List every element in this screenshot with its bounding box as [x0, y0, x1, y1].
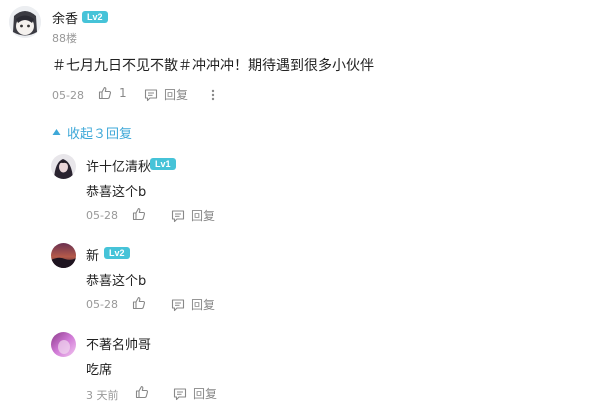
reply-date: 05-28	[86, 298, 118, 311]
avatar[interactable]	[51, 154, 76, 179]
username[interactable]: 余香	[52, 8, 78, 27]
reply-date: 3 天前	[86, 389, 119, 402]
reply-text: 恭喜这个b	[86, 274, 147, 289]
comment-icon	[171, 209, 185, 223]
like-button[interactable]	[135, 385, 149, 399]
more-vertical-icon[interactable]	[210, 87, 216, 101]
level-badge: Lv2	[82, 11, 108, 23]
triangle-up-icon	[52, 125, 61, 140]
avatar[interactable]	[9, 6, 41, 38]
like-button[interactable]	[132, 207, 146, 221]
reply-button[interactable]: 回复	[173, 385, 217, 402]
avatar[interactable]	[51, 332, 76, 357]
floor-number: 88楼	[52, 32, 77, 45]
like-button[interactable]: 1	[98, 86, 127, 100]
reply-button[interactable]: 回复	[171, 207, 215, 224]
reply-label: 回复	[193, 387, 218, 401]
like-button[interactable]	[132, 296, 146, 310]
reply-button[interactable]: 回复	[171, 296, 215, 313]
thumb-up-icon	[135, 385, 149, 399]
username[interactable]: 不著名帅哥	[86, 334, 151, 353]
thumb-up-icon	[98, 86, 112, 100]
reply-date: 05-28	[86, 209, 118, 222]
username[interactable]: 新	[86, 245, 99, 264]
comment-icon	[173, 387, 187, 401]
reply-label: 回复	[191, 209, 216, 223]
level-badge: Lv2	[104, 247, 130, 259]
comment-icon	[144, 88, 158, 102]
like-count: 1	[119, 86, 127, 100]
reply-text: 恭喜这个b	[86, 185, 147, 200]
collapse-replies-button[interactable]: 收起３回复	[52, 123, 132, 142]
reply-button[interactable]: 回复	[144, 86, 188, 103]
avatar[interactable]	[51, 243, 76, 268]
reply-text: 吃席	[86, 363, 113, 378]
thumb-up-icon	[132, 296, 146, 310]
reply-label: 回复	[164, 88, 189, 102]
comment-text: ＃七月九日不见不散＃冲冲冲！期待遇到很多小伙伴	[52, 58, 374, 74]
collapse-label: 收起３回复	[67, 127, 133, 142]
level-badge: Lv1	[150, 158, 176, 170]
thumb-up-icon	[132, 207, 146, 221]
reply-label: 回复	[191, 298, 216, 312]
username[interactable]: 许十亿清秋	[86, 156, 151, 175]
comment-icon	[171, 298, 185, 312]
comment-date: 05-28	[52, 89, 84, 102]
